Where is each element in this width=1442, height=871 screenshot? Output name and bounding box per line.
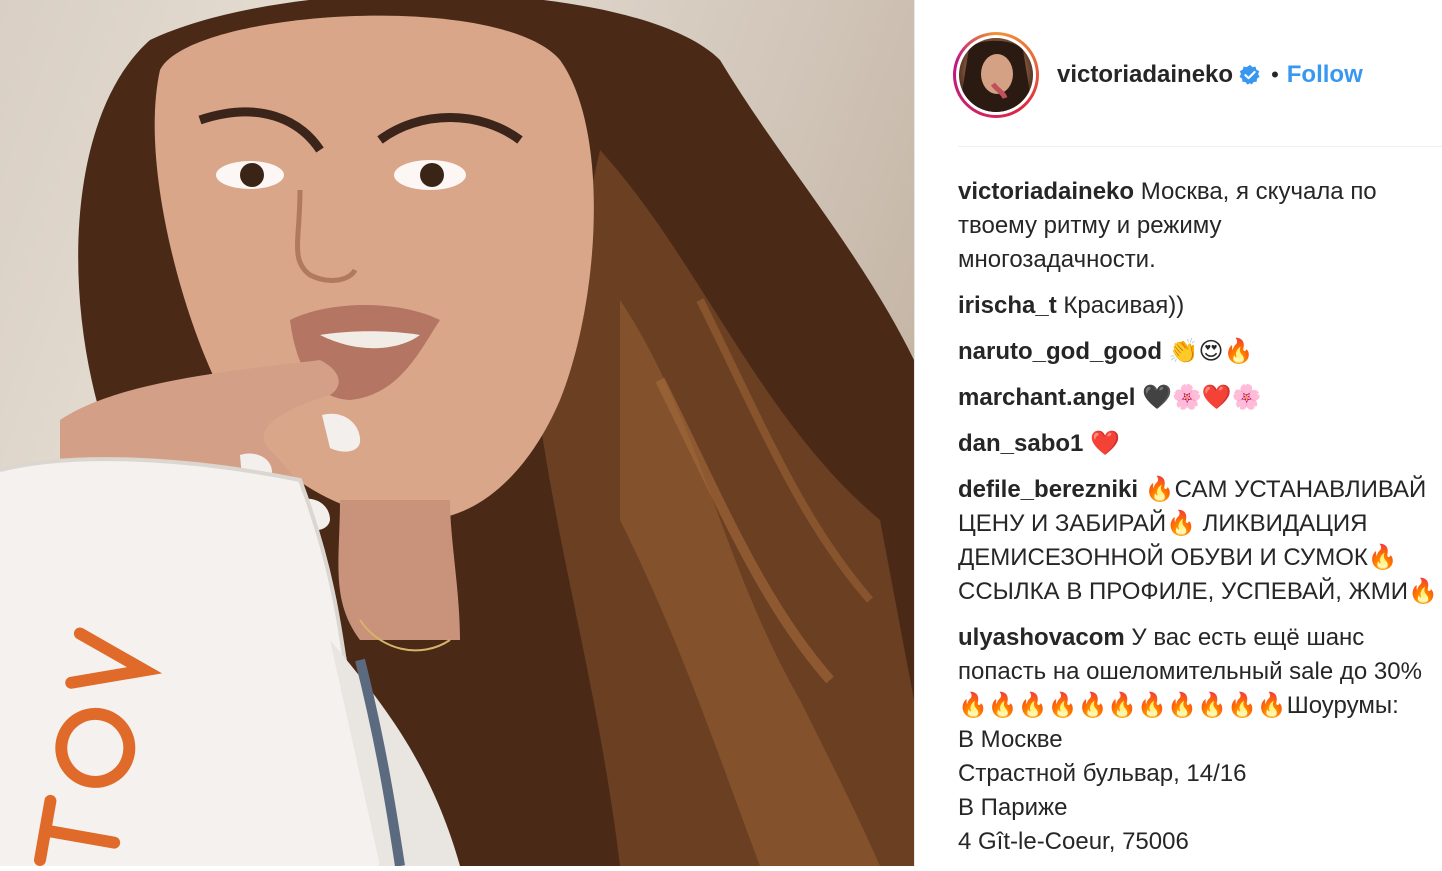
comment-item: victoriadaineko Москва, я скучала по тво… [958, 175, 1442, 277]
comment-item: dan_sabo1 ❤️ [958, 427, 1442, 461]
comment-text: 🖤🌸❤️🌸 [1142, 384, 1262, 411]
post-header: victoriadaineko • Follow [953, 30, 1363, 120]
verified-badge-icon [1239, 64, 1260, 85]
post-photo[interactable] [0, 0, 914, 866]
comment-text: ❤️ [1090, 430, 1120, 457]
comment-username[interactable]: marchant.angel [958, 384, 1135, 411]
comment-username[interactable]: defile_berezniki [958, 476, 1138, 503]
avatar-image [959, 38, 1033, 112]
panel-divider [914, 0, 915, 866]
header-username[interactable]: victoriadaineko [1057, 61, 1233, 89]
comment-username[interactable]: naruto_god_good [958, 338, 1162, 365]
avatar-border [956, 35, 1036, 115]
comment-text: 👏😍🔥 [1168, 338, 1254, 365]
avatar-illustration [959, 40, 1033, 112]
comments-list: victoriadaineko Москва, я скучала по тво… [958, 175, 1442, 871]
comment-username[interactable]: ulyashovacom [958, 624, 1125, 651]
follow-button[interactable]: Follow [1287, 61, 1363, 89]
header-separator: • [1271, 62, 1279, 87]
comment-item: defile_berezniki 🔥САМ УСТАНАВЛИВАЙ ЦЕНУ … [958, 473, 1442, 609]
comment-text: Красивая)) [1063, 292, 1185, 319]
header-divider [958, 146, 1442, 147]
comment-username[interactable]: victoriadaineko [958, 178, 1134, 205]
comment-item: ulyashovacom У вас есть ещё шанс попасть… [958, 621, 1442, 859]
comment-username[interactable]: dan_sabo1 [958, 430, 1083, 457]
avatar[interactable] [953, 32, 1039, 118]
photo-illustration [0, 0, 914, 866]
comment-text: У вас есть ещё шанс попасть на ошеломите… [958, 624, 1422, 855]
comment-item: marchant.angel 🖤🌸❤️🌸 [958, 381, 1442, 415]
comment-item: naruto_god_good 👏😍🔥 [958, 335, 1442, 369]
comment-item: irischa_t Красивая)) [958, 289, 1442, 323]
comment-username[interactable]: irischa_t [958, 292, 1057, 319]
